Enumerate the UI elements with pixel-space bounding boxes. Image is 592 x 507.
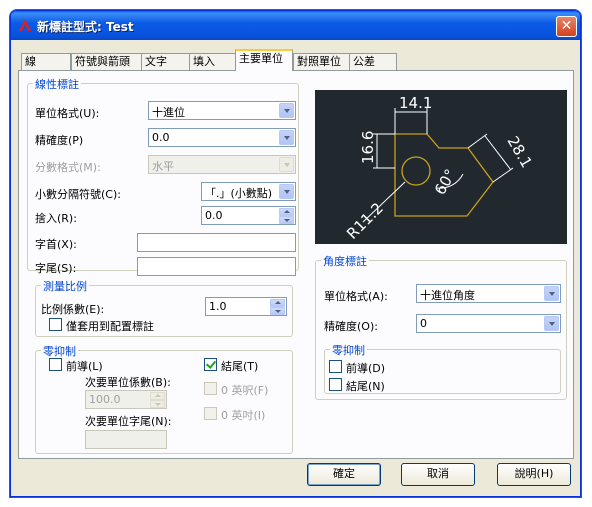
fraction-format-label: 分數格式(M): [35,161,101,174]
angular-dimensions-title: 角度標註 [321,253,369,269]
spin-up-icon[interactable] [270,299,285,307]
preview-dim-angle: 60° [431,166,460,198]
angular-trailing-checkbox[interactable] [329,378,342,391]
zero-inches-checkbox[interactable] [204,407,217,420]
tab-symbols-arrows[interactable]: 符號與箭頭 [71,53,149,70]
round-off-spinner[interactable]: 0.0 [201,206,296,225]
leading-checkbox[interactable] [49,358,62,371]
chevron-down-icon[interactable] [279,130,294,145]
linear-dimensions-title: 線性標註 [33,76,81,92]
precision-value: 0.0 [152,131,170,144]
leading-label: 前導(L) [66,360,103,373]
fraction-format-select[interactable]: 水平 [148,155,296,174]
tab-tolerances[interactable]: 公差 [349,53,397,70]
precision-select[interactable]: 0.0 [148,128,296,147]
scale-factor-spinner[interactable]: 1.0 [205,297,287,316]
angular-zero-suppression-title: 零抑制 [330,342,367,358]
preview-dim-right: 28.1 [504,133,536,171]
angular-leading-label: 前導(D) [346,362,386,375]
unit-format-value: 十進位 [152,106,185,119]
dialog-window: 新標註型式: Test ✕ 線 符號與箭頭 文字 填入 主要單位 對照單位 公差… [10,10,581,497]
chevron-down-icon[interactable] [544,316,559,331]
zero-inches-label: 0 英吋(I) [221,409,266,422]
help-button[interactable]: 說明(H) [497,463,571,486]
scale-factor-label: 比例係數(E): [41,303,105,316]
fraction-format-value: 水平 [152,160,174,173]
trailing-checkbox[interactable] [204,358,217,371]
spin-down-icon[interactable] [150,400,165,408]
angular-unit-format-label: 單位格式(A): [324,290,388,303]
preview-dim-left: 16.6 [359,131,377,164]
sub-units-factor-spinner[interactable]: 100.0 [85,390,167,409]
decimal-separator-label: 小數分隔符號(C): [35,188,121,201]
tab-panel-primary-units: 線性標註 單位格式(U): 十進位 精確度(P) 0.0 分數格式(M): 水平… [18,70,574,459]
ok-button[interactable]: 確定 [307,463,381,486]
zero-feet-label: 0 英呎(F) [221,384,269,397]
angular-unit-format-select[interactable]: 十進位角度 [416,284,561,303]
tab-alternate-units[interactable]: 對照單位 [293,53,353,70]
suffix-input[interactable] [137,257,296,276]
tab-primary-units[interactable]: 主要單位 [235,49,293,71]
layout-only-label: 僅套用到配置標註 [66,320,154,333]
layout-only-checkbox[interactable] [49,318,62,331]
sub-units-factor-label: 次要單位係數(B): [85,376,171,389]
autocad-app-icon [19,19,31,31]
cancel-button[interactable]: 取消 [401,463,475,486]
tab-text[interactable]: 文字 [141,53,193,70]
angular-leading-checkbox[interactable] [329,360,342,373]
decimal-separator-select[interactable]: 「.」(小數點) [201,182,296,201]
zero-feet-checkbox[interactable] [204,382,217,395]
spin-up-icon[interactable] [150,392,165,400]
prefix-label: 字首(X): [35,238,77,251]
chevron-down-icon[interactable] [279,157,294,172]
spin-down-icon[interactable] [270,307,285,315]
prefix-input[interactable] [137,233,296,252]
spin-up-icon[interactable] [279,208,294,216]
decimal-separator-value: 「.」(小數點) [205,187,273,200]
zero-suppression-title: 零抑制 [41,343,78,359]
angular-precision-value: 0 [420,317,427,330]
preview-hole-circle [401,156,431,186]
angular-precision-select[interactable]: 0 [416,314,561,333]
scale-factor-value: 1.0 [209,300,227,313]
precision-label: 精確度(P) [35,134,84,147]
round-off-value: 0.0 [205,209,223,222]
close-button[interactable]: ✕ [556,16,577,37]
chevron-down-icon[interactable] [279,103,294,118]
chevron-down-icon[interactable] [279,184,294,199]
round-off-label: 捨入(R): [35,212,77,225]
measurement-scale-title: 測量比例 [41,278,89,294]
sub-unit-suffix-input[interactable] [85,430,167,449]
window-title: 新標註型式: Test [37,20,134,34]
trailing-label: 結尾(T) [221,360,259,373]
dimension-preview: 14.1 16.6 28.1 60° R11.2 [315,90,567,244]
title-bar[interactable]: 新標註型式: Test ✕ [11,11,580,40]
preview-dim-top: 14.1 [399,94,432,112]
preview-dim-radius: R11.2 [343,199,387,243]
angular-trailing-label: 結尾(N) [346,380,385,393]
unit-format-label: 單位格式(U): [35,107,100,120]
sub-unit-suffix-label: 次要單位字尾(N): [85,415,172,428]
suffix-label: 字尾(S): [35,262,77,275]
tab-fit[interactable]: 填入 [189,53,237,70]
chevron-down-icon[interactable] [544,286,559,301]
spin-down-icon[interactable] [279,216,294,224]
angular-precision-label: 精確度(O): [324,320,378,333]
angular-unit-format-value: 十進位角度 [420,289,475,302]
unit-format-select[interactable]: 十進位 [148,101,296,120]
sub-units-factor-value: 100.0 [89,393,121,406]
tab-lines[interactable]: 線 [21,53,71,70]
